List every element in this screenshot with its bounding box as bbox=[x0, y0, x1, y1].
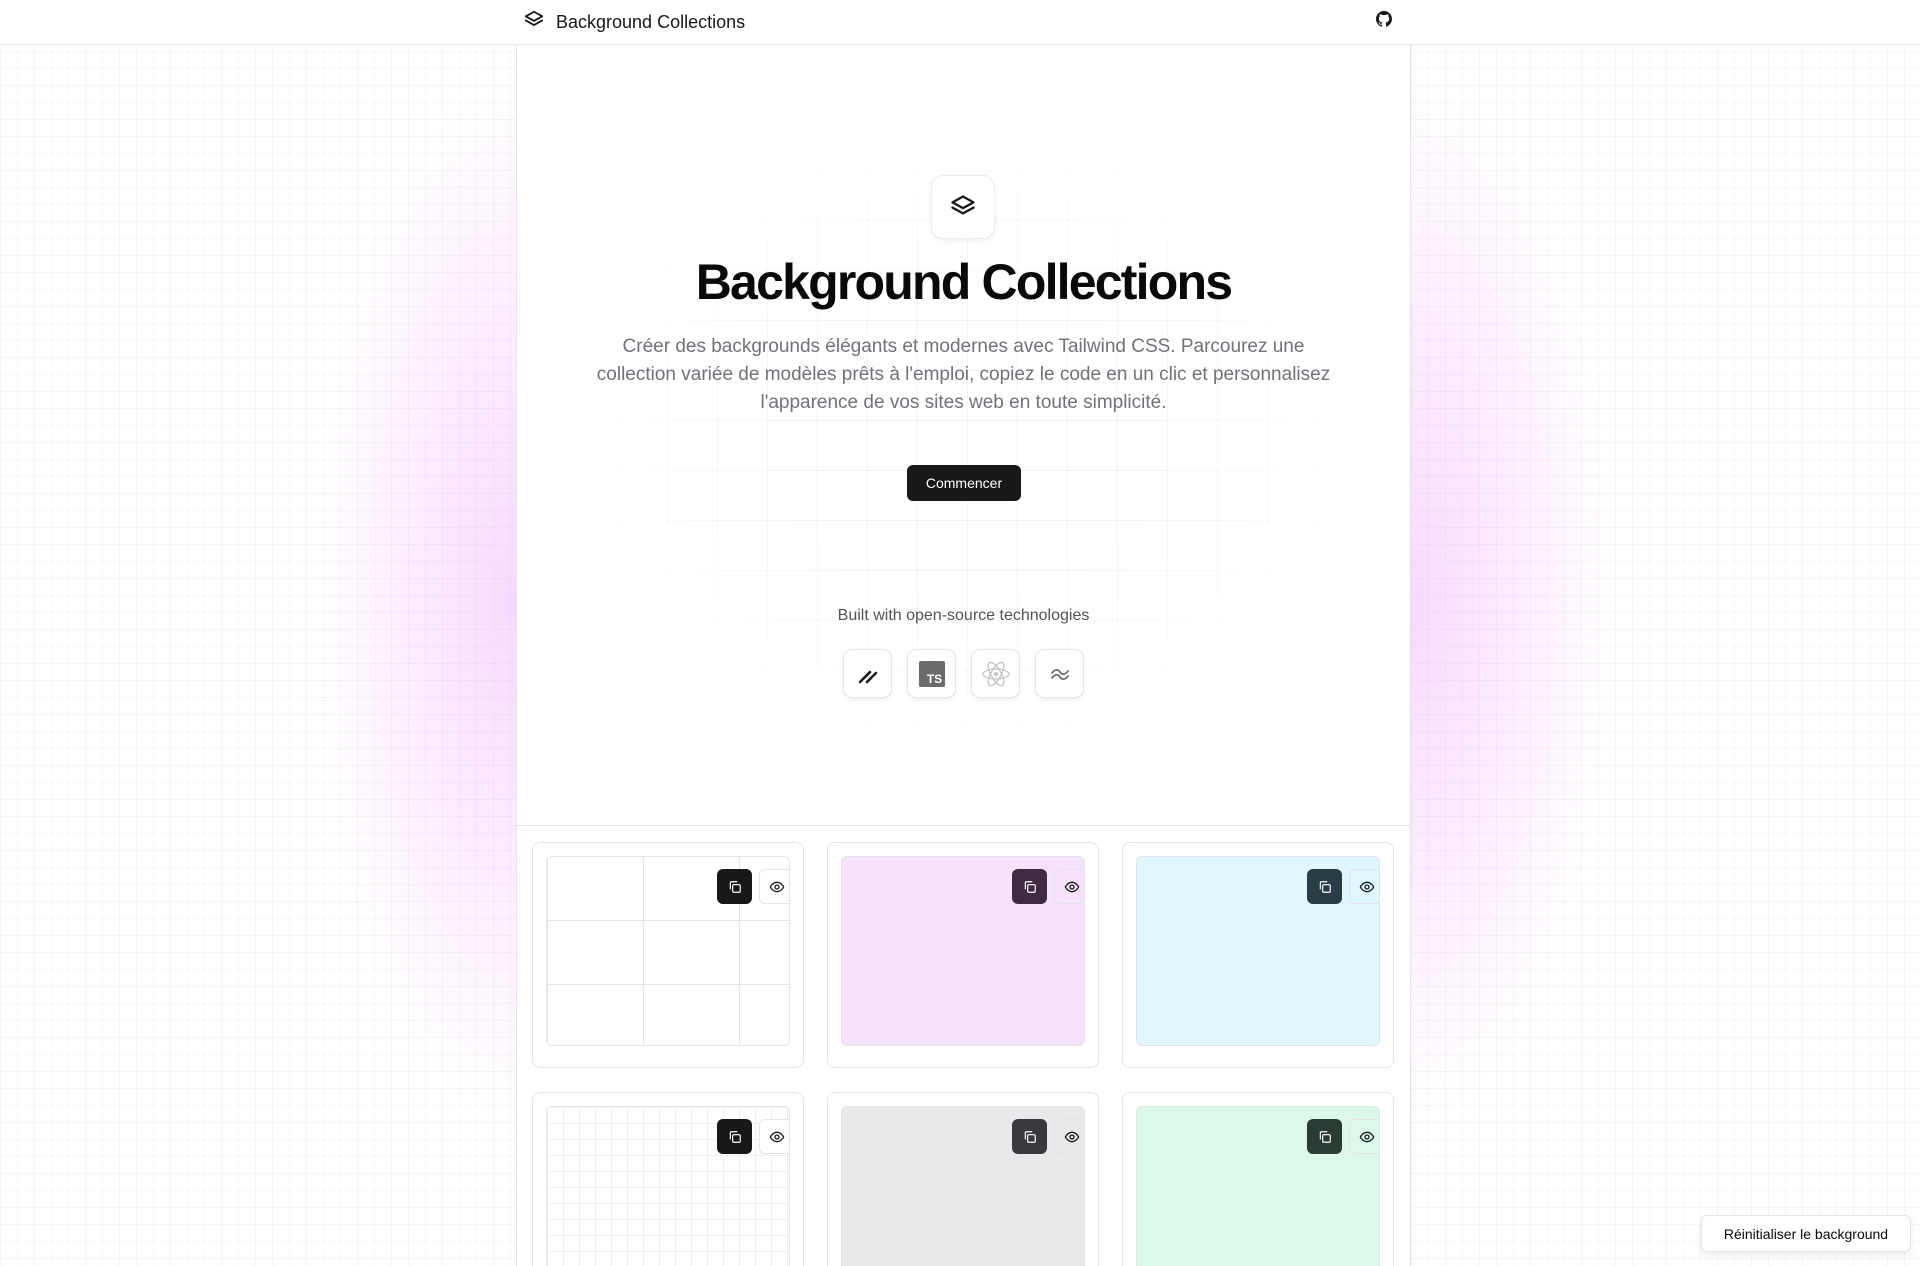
tech-logos: TS bbox=[843, 649, 1084, 699]
layers-icon bbox=[523, 9, 545, 36]
copy-icon bbox=[1024, 880, 1036, 893]
built-with-label: Built with open-source technologies bbox=[837, 607, 1090, 624]
background-preview[interactable] bbox=[546, 856, 790, 1046]
copy-icon bbox=[729, 1130, 741, 1143]
copy-button[interactable] bbox=[1012, 1119, 1047, 1154]
copy-icon bbox=[729, 880, 741, 893]
preview-button[interactable] bbox=[759, 869, 789, 904]
hero-section: Background Collections Créer des backgro… bbox=[517, 45, 1410, 826]
copy-button[interactable] bbox=[1307, 869, 1342, 904]
card-gray[interactable] bbox=[827, 1092, 1099, 1266]
eye-icon bbox=[1359, 1131, 1374, 1142]
tailwind-icon[interactable] bbox=[1035, 649, 1084, 698]
svg-text:TS: TS bbox=[926, 672, 941, 686]
top-navbar: Background Collections bbox=[0, 0, 1920, 45]
card-grid-large[interactable] bbox=[532, 842, 804, 1068]
copy-button[interactable] bbox=[717, 869, 752, 904]
copy-button[interactable] bbox=[1012, 869, 1047, 904]
card-fuchsia[interactable] bbox=[827, 842, 1099, 1068]
nextjs-icon[interactable] bbox=[843, 649, 892, 698]
copy-icon bbox=[1024, 1130, 1036, 1143]
background-preview[interactable] bbox=[1136, 856, 1380, 1046]
preview-button[interactable] bbox=[759, 1119, 789, 1154]
page-title: Background Collections bbox=[695, 254, 1233, 310]
preview-button[interactable] bbox=[1349, 1119, 1379, 1154]
background-preview[interactable] bbox=[1136, 1106, 1380, 1266]
eye-icon bbox=[1064, 1131, 1079, 1142]
layers-icon bbox=[931, 175, 995, 239]
brand-name: Background Collections bbox=[556, 12, 746, 32]
background-preview[interactable] bbox=[841, 856, 1085, 1046]
react-icon[interactable] bbox=[971, 649, 1020, 698]
start-button[interactable]: Commencer bbox=[907, 465, 1021, 501]
main-column: Background Collections Créer des backgro… bbox=[516, 45, 1411, 1266]
eye-icon bbox=[1359, 881, 1374, 892]
reset-background-button[interactable]: Réinitialiser le background bbox=[1701, 1215, 1911, 1252]
copy-icon bbox=[1319, 880, 1331, 893]
background-preview[interactable] bbox=[841, 1106, 1085, 1266]
background-preview[interactable] bbox=[546, 1106, 790, 1266]
card-grid-small[interactable] bbox=[532, 1092, 804, 1266]
preview-button[interactable] bbox=[1054, 869, 1084, 904]
github-icon[interactable] bbox=[1374, 9, 1394, 29]
card-emerald[interactable] bbox=[1122, 1092, 1394, 1266]
copy-icon bbox=[1319, 1130, 1331, 1143]
typescript-icon[interactable]: TS bbox=[907, 649, 956, 698]
hero-description: Créer des backgrounds élégants et modern… bbox=[596, 336, 1331, 413]
brand-link[interactable]: Background Collections bbox=[523, 0, 745, 45]
eye-icon bbox=[1064, 881, 1079, 892]
copy-button[interactable] bbox=[1307, 1119, 1342, 1154]
eye-icon bbox=[769, 1131, 784, 1142]
preview-button[interactable] bbox=[1054, 1119, 1084, 1154]
preview-button[interactable] bbox=[1349, 869, 1379, 904]
copy-button[interactable] bbox=[717, 1119, 752, 1154]
eye-icon bbox=[769, 881, 784, 892]
card-cyan[interactable] bbox=[1122, 842, 1394, 1068]
